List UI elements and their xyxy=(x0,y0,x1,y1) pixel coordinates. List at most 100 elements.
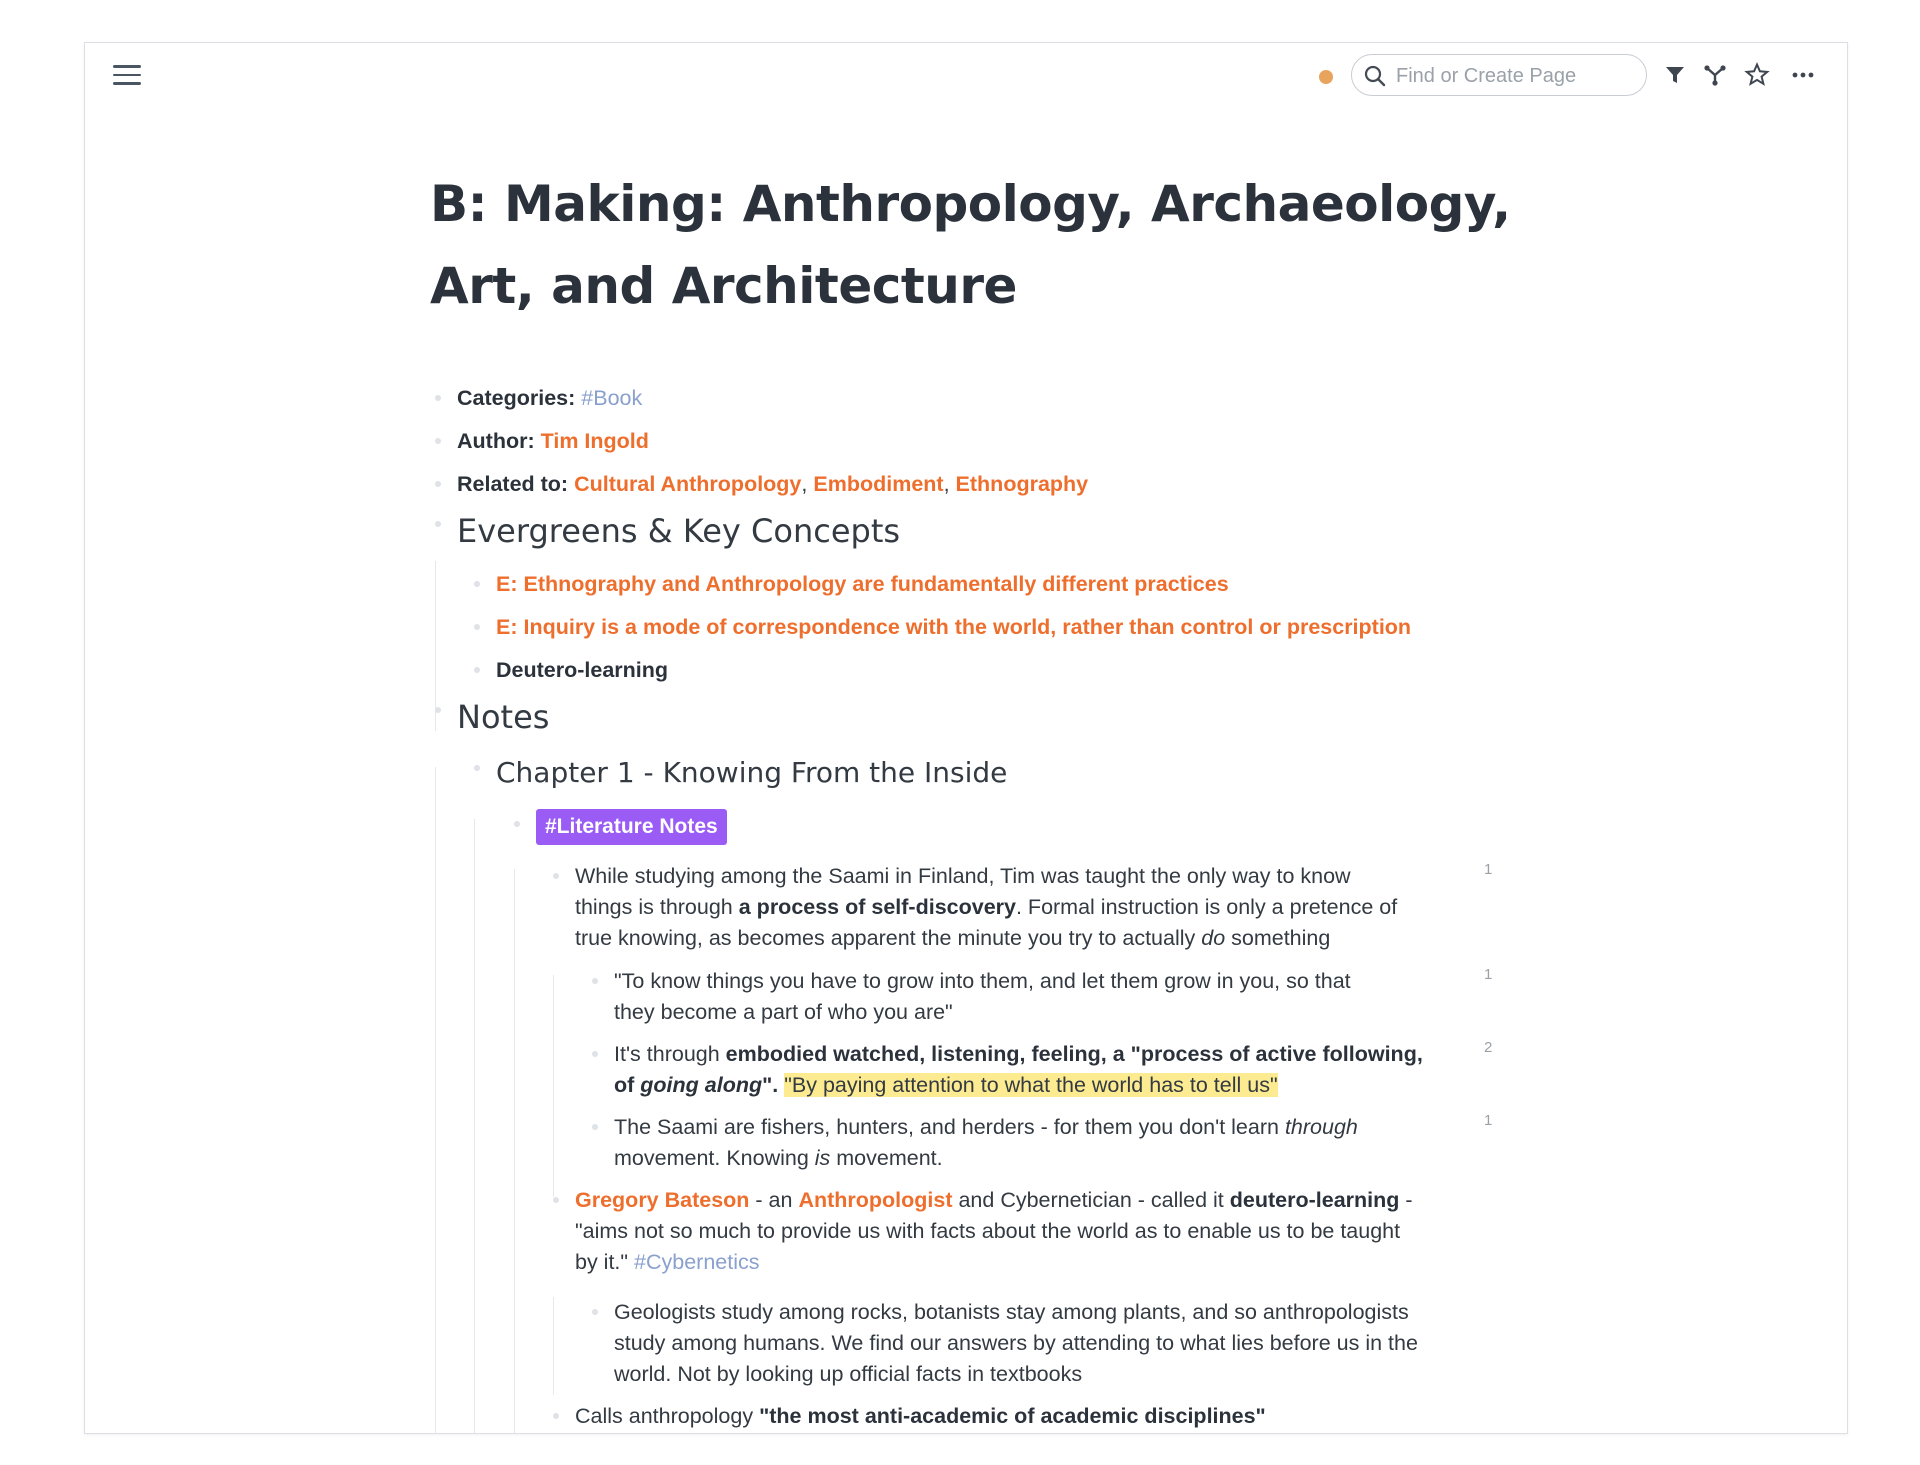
bold-text: of xyxy=(614,1073,641,1097)
bold-text: deutero-learning xyxy=(1229,1188,1400,1212)
author-label: Author: xyxy=(457,429,535,453)
bold-italic-text: going along xyxy=(640,1073,763,1097)
block-text[interactable]: While studying among the Saami in Finlan… xyxy=(575,861,1475,954)
separator: , xyxy=(801,472,808,496)
text-line: It's through xyxy=(614,1042,726,1066)
block-text[interactable]: The Saami are fishers, hunters, and herd… xyxy=(614,1112,1494,1174)
bullet[interactable] xyxy=(592,1124,598,1130)
related-link-embodiment[interactable]: Embodiment xyxy=(813,472,943,496)
text-line: Geologists study among rocks, botanists … xyxy=(614,1300,1409,1324)
text-line: movement. Knowing xyxy=(614,1146,815,1170)
bold-text: "the most anti-academic of academic disc… xyxy=(759,1404,1266,1428)
text-line: The Saami are fishers, hunters, and herd… xyxy=(614,1115,1285,1139)
top-toolbar xyxy=(85,43,1847,109)
star-icon[interactable] xyxy=(1743,61,1771,89)
bullet[interactable] xyxy=(592,1309,598,1315)
anthropologist-link[interactable]: Anthropologist xyxy=(798,1188,952,1212)
notes-heading: Notes xyxy=(457,698,550,736)
text-line: While studying among the Saami in Finlan… xyxy=(575,864,1351,888)
literature-notes-tag[interactable]: #Literature Notes xyxy=(536,809,727,845)
text-line: true knowing, as becomes apparent the mi… xyxy=(575,926,1202,950)
bullet[interactable] xyxy=(592,1051,598,1057)
bullet[interactable] xyxy=(474,581,480,587)
bold-text: ". xyxy=(762,1073,779,1097)
text-line: something xyxy=(1225,926,1331,950)
text-line: - xyxy=(1399,1188,1413,1212)
bullet[interactable] xyxy=(435,481,441,487)
categories-label: Categories: xyxy=(457,386,576,410)
book-tag[interactable]: #Book xyxy=(581,386,642,410)
bullet[interactable] xyxy=(592,978,598,984)
reference-count[interactable]: 1 xyxy=(1484,1112,1492,1129)
page-title-line1: B: Making: Anthropology, Archaeology, xyxy=(430,175,1511,233)
sync-status-dot xyxy=(1319,70,1333,84)
evergreens-heading: Evergreens & Key Concepts xyxy=(457,512,901,550)
block-text[interactable]: Gregory Bateson - an Anthropologist and … xyxy=(575,1185,1515,1278)
bold-text: embodied watched, listening, feeling, a … xyxy=(725,1042,1423,1066)
indent-guide xyxy=(435,767,436,1433)
chapter-heading: Chapter 1 - Knowing From the Inside xyxy=(496,756,1008,789)
bullet[interactable] xyxy=(553,1413,559,1419)
search-input[interactable] xyxy=(1394,61,1638,91)
filter-icon[interactable] xyxy=(1661,61,1689,89)
text-line: world. Not by looking up official facts … xyxy=(614,1362,1083,1386)
deutero-learning-item: Deutero-learning xyxy=(496,658,669,682)
text-line: movement. xyxy=(830,1146,943,1170)
separator: , xyxy=(943,472,950,496)
block-text[interactable]: It's through embodied watched, listening… xyxy=(614,1039,1494,1101)
related-link-cultural-anthropology[interactable]: Cultural Anthropology xyxy=(574,472,801,496)
menu-icon[interactable] xyxy=(113,65,141,87)
more-icon[interactable] xyxy=(1789,61,1817,89)
graph-icon[interactable] xyxy=(1701,61,1729,89)
indent-guide xyxy=(514,869,515,1433)
search-icon xyxy=(1364,65,1386,87)
highlighted-text: "By paying attention to what the world h… xyxy=(784,1073,1278,1097)
gregory-bateson-link[interactable]: Gregory Bateson xyxy=(575,1188,749,1212)
reference-count[interactable]: 1 xyxy=(1484,861,1492,878)
search-box[interactable] xyxy=(1351,54,1647,96)
text-line: things is through xyxy=(575,895,739,919)
italic-text: is xyxy=(814,1146,831,1170)
evergreen-link[interactable]: E: Ethnography and Anthropology are fund… xyxy=(496,569,1229,600)
indent-guide xyxy=(553,975,554,1197)
text-line: study among humans. We find our answers … xyxy=(614,1331,1418,1355)
text-line: "To know things you have to grow into th… xyxy=(614,969,1351,993)
italic-text: do xyxy=(1201,926,1226,950)
page-title-line2: Art, and Architecture xyxy=(430,257,1017,315)
bullet[interactable] xyxy=(435,438,441,444)
evergreen-link[interactable]: E: Inquiry is a mode of correspondence w… xyxy=(496,612,1411,643)
text-line: Calls anthropology xyxy=(575,1404,760,1428)
bullet[interactable] xyxy=(435,707,441,713)
reference-count[interactable]: 2 xyxy=(1484,1039,1492,1056)
text-line: they become a part of who you are" xyxy=(614,1000,953,1024)
block-text[interactable]: Geologists study among rocks, botanists … xyxy=(614,1297,1514,1390)
indent-guide xyxy=(553,1297,554,1395)
bullet[interactable] xyxy=(514,821,520,827)
text-line: and Cybernetician - called it xyxy=(952,1188,1230,1212)
bullet[interactable] xyxy=(553,873,559,879)
text-line: . Formal instruction is only a pretence … xyxy=(1015,895,1398,919)
reference-count[interactable]: 1 xyxy=(1484,966,1492,983)
text-line: - an xyxy=(749,1188,799,1212)
bullet[interactable] xyxy=(553,1197,559,1203)
indent-guide xyxy=(474,819,475,1433)
app-window: B: Making: Anthropology, Archaeology, Ar… xyxy=(84,42,1848,1434)
indent-guide xyxy=(435,561,436,731)
bullet[interactable] xyxy=(435,521,441,527)
page-header: B: Making: Anthropology, Archaeology, Ar… xyxy=(430,163,1590,327)
text-line: by it." xyxy=(575,1250,635,1274)
bullet[interactable] xyxy=(474,667,480,673)
text-line: "aims not so much to provide us with fac… xyxy=(575,1219,1401,1243)
block-text[interactable]: Calls anthropology "the most anti-academ… xyxy=(575,1401,1266,1432)
author-link[interactable]: Tim Ingold xyxy=(541,429,649,453)
related-link-ethnography[interactable]: Ethnography xyxy=(956,472,1089,496)
bullet[interactable] xyxy=(474,765,480,771)
bullet[interactable] xyxy=(474,624,480,630)
related-label: Related to: xyxy=(457,472,569,496)
cybernetics-tag[interactable]: #Cybernetics xyxy=(634,1250,759,1274)
page-title[interactable]: B: Making: Anthropology, Archaeology, Ar… xyxy=(430,163,1590,327)
bullet[interactable] xyxy=(435,395,441,401)
italic-text: through xyxy=(1284,1115,1358,1139)
block-text[interactable]: "To know things you have to grow into th… xyxy=(614,966,1494,1028)
bold-text: a process of self-discovery xyxy=(738,895,1016,919)
